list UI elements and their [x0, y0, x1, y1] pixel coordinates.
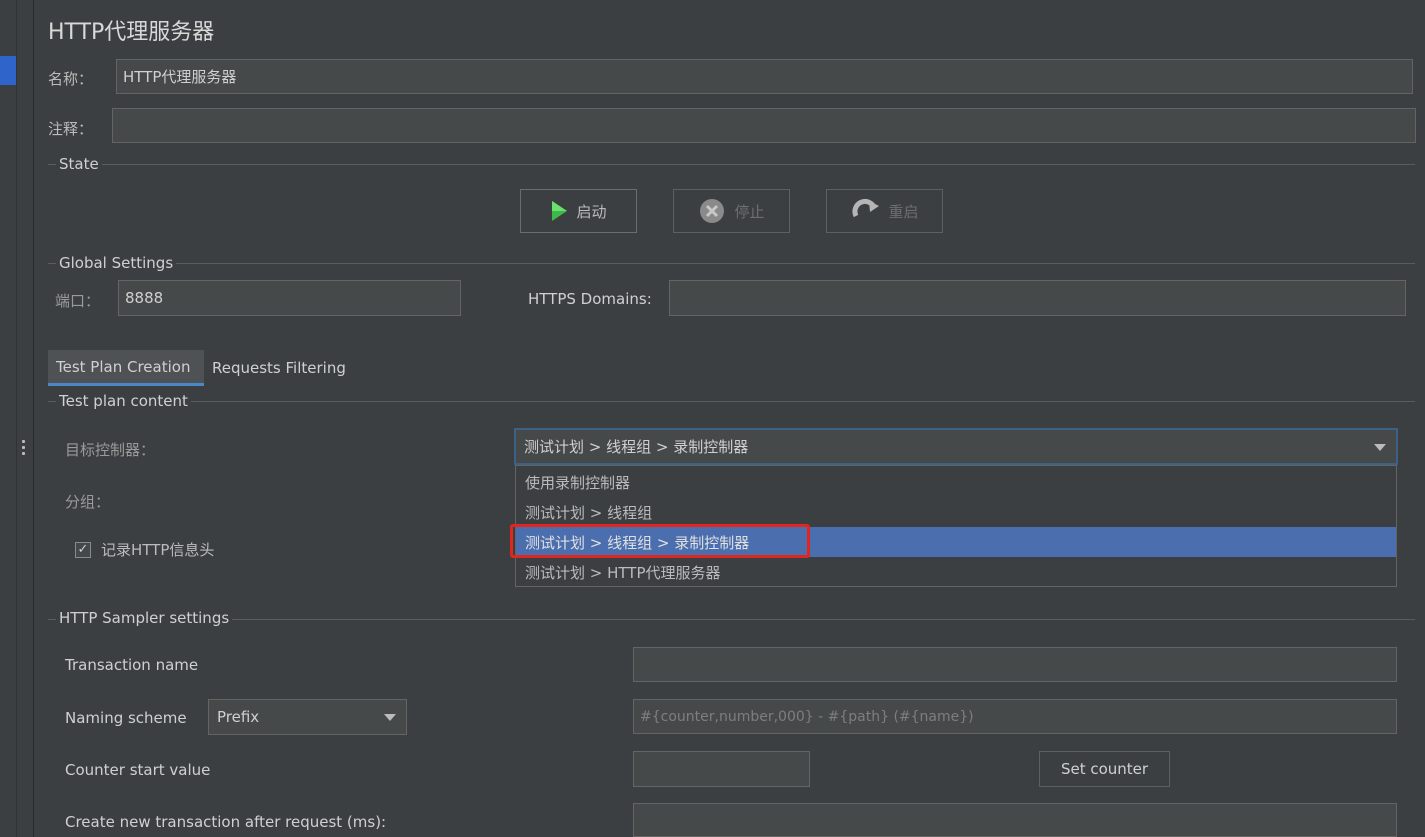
dropdown-option[interactable]: 使用录制控制器: [516, 467, 1396, 497]
chevron-down-icon: [1374, 443, 1386, 451]
target-controller-select[interactable]: 测试计划 > 线程组 > 录制控制器: [514, 428, 1398, 465]
tab-label: Requests Filtering: [212, 359, 346, 377]
https-domains-label: HTTPS Domains:: [528, 290, 652, 308]
splitter-grip-icon[interactable]: [22, 440, 26, 460]
stop-button[interactable]: 停止: [673, 189, 790, 233]
plan-frame-line: [48, 401, 1415, 402]
port-input[interactable]: 8888: [118, 280, 461, 316]
naming-scheme-label: Naming scheme: [65, 709, 187, 727]
highlight-box: [510, 524, 810, 558]
restart-label: 重启: [888, 202, 919, 221]
start-label: 启动: [576, 202, 607, 221]
set-counter-button[interactable]: Set counter: [1039, 751, 1170, 787]
play-icon: [552, 201, 568, 221]
stop-label: 停止: [734, 202, 765, 221]
transaction-name-label: Transaction name: [65, 656, 199, 674]
sampler-legend: HTTP Sampler settings: [56, 609, 233, 627]
chevron-down-icon: [384, 714, 396, 721]
new-transaction-label: Create new transaction after request (ms…: [65, 813, 387, 831]
state-frame-line: [48, 164, 1415, 165]
target-controller-label: 目标控制器：: [65, 441, 156, 459]
global-legend: Global Settings: [56, 254, 177, 272]
group-label: 分组：: [65, 493, 111, 511]
page-title: HTTP代理服务器: [48, 20, 215, 45]
port-label: 端口：: [55, 292, 101, 310]
counter-start-label: Counter start value: [65, 761, 211, 779]
counter-start-input[interactable]: [633, 751, 810, 787]
naming-scheme-value: Prefix: [217, 708, 260, 726]
plan-legend: Test plan content: [56, 392, 191, 410]
transaction-name-input[interactable]: [633, 647, 1397, 682]
tab-requests-filtering[interactable]: Requests Filtering: [204, 350, 364, 386]
https-domains-input[interactable]: [669, 280, 1406, 316]
stop-icon: [700, 199, 725, 223]
record-headers-label: 记录HTTP信息头: [101, 541, 215, 559]
naming-format-input[interactable]: #{counter,number,000} - #{path} (#{name}…: [633, 699, 1397, 734]
restart-button[interactable]: 重启: [826, 189, 943, 233]
comment-input[interactable]: [112, 108, 1416, 143]
tree-divider: [16, 0, 17, 837]
new-transaction-input[interactable]: [633, 803, 1397, 837]
tab-test-plan-creation[interactable]: Test Plan Creation: [48, 350, 204, 386]
name-label: 名称：: [48, 70, 94, 88]
comment-label: 注释：: [48, 120, 94, 138]
dropdown-option[interactable]: 测试计划 > 线程组: [516, 497, 1396, 527]
tree-selection-marker: [0, 56, 17, 85]
left-tree-strip: [0, 0, 34, 837]
start-button[interactable]: 启动: [520, 189, 637, 233]
dropdown-option[interactable]: 测试计划 > HTTP代理服务器: [516, 557, 1396, 587]
target-controller-value: 测试计划 > 线程组 > 录制控制器: [524, 438, 749, 456]
name-input[interactable]: HTTP代理服务器: [116, 59, 1413, 94]
tab-label: Test Plan Creation: [56, 357, 191, 376]
record-headers-checkbox[interactable]: ✓: [75, 541, 91, 558]
record-headers-option[interactable]: ✓ 记录HTTP信息头: [75, 539, 214, 560]
state-legend: State: [56, 155, 102, 173]
restart-icon: [852, 198, 880, 218]
global-frame-line: [48, 263, 1415, 264]
set-counter-label: Set counter: [1060, 760, 1149, 778]
naming-scheme-select[interactable]: Prefix: [208, 699, 407, 735]
sampler-frame-line: [48, 619, 1415, 620]
